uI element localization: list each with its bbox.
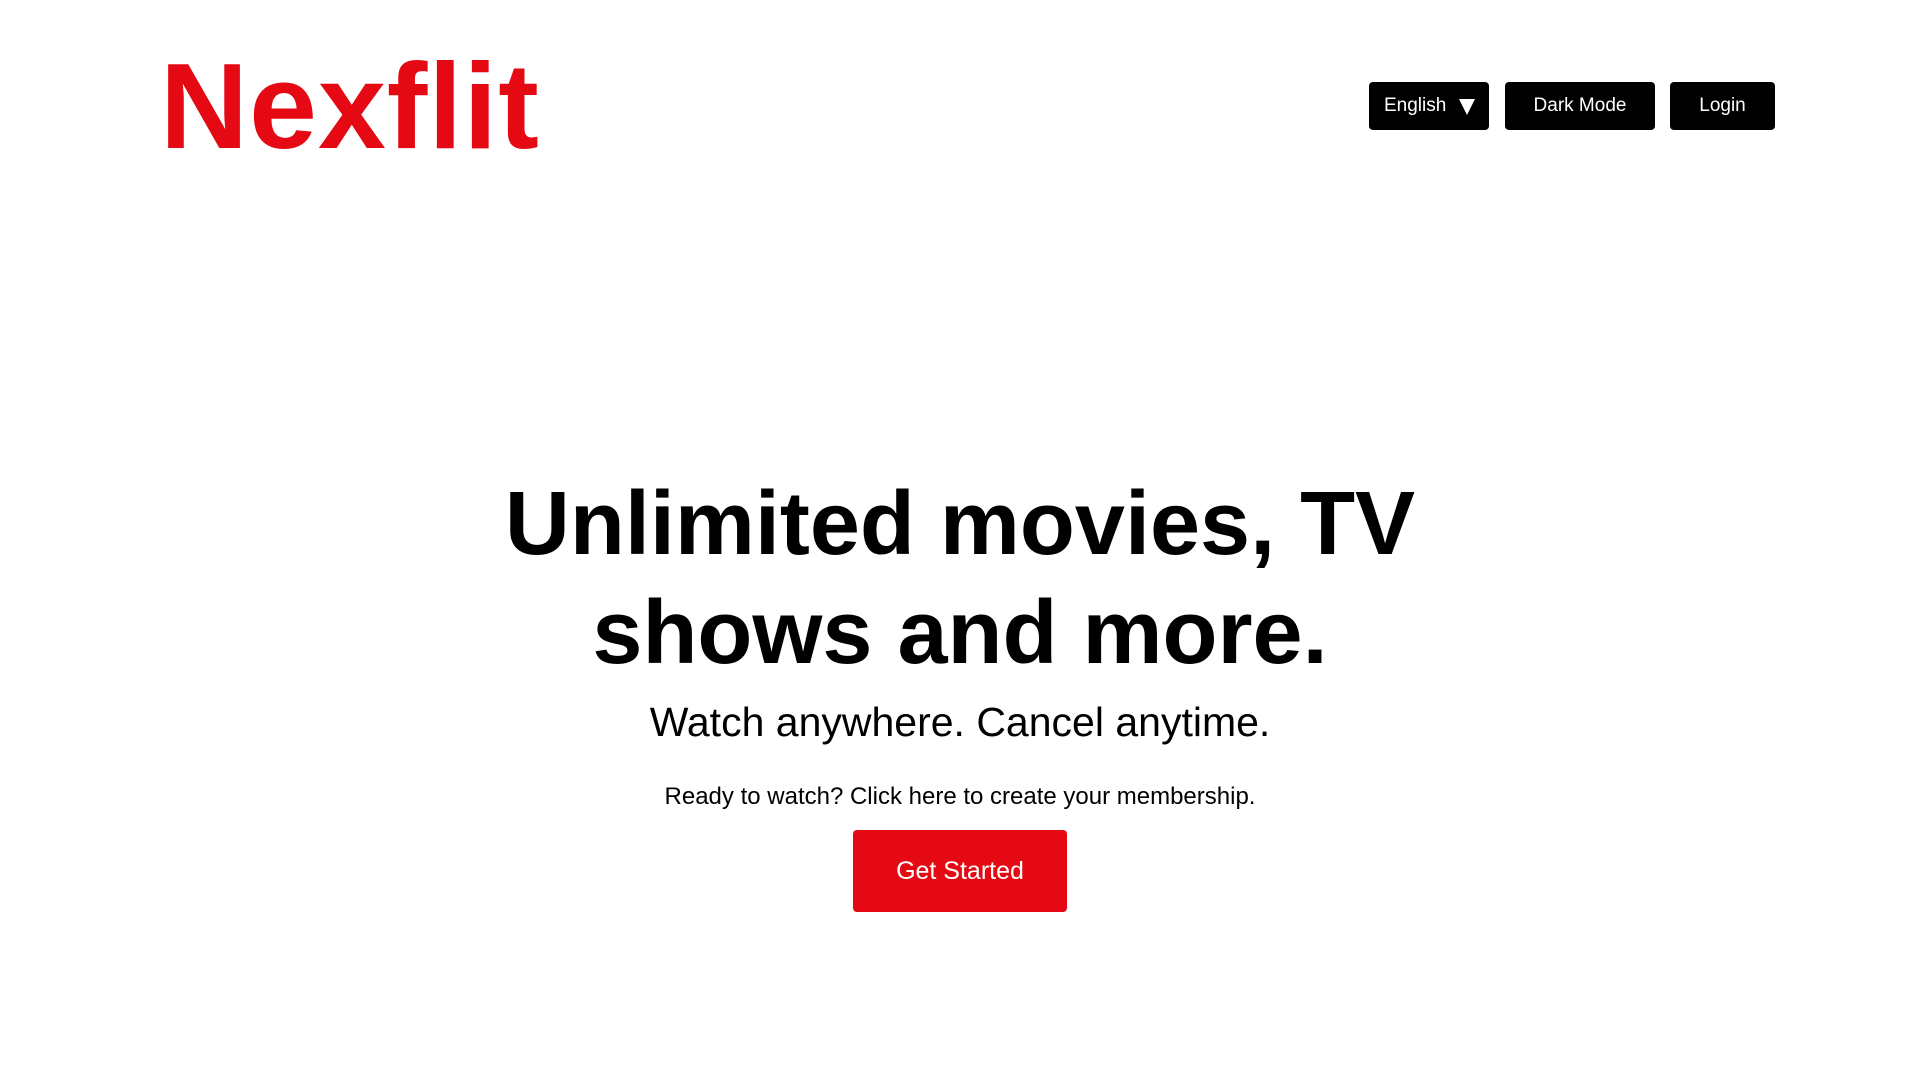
language-select-value: English [1384,95,1447,116]
header-nav: English Dark Mode Login [1369,82,1775,130]
get-started-button[interactable]: Get Started [853,830,1067,912]
landing-page: Nexflit English Dark Mode Login Unlimite… [0,0,1920,1080]
hero-subtitle: Watch anywhere. Cancel anytime. [649,699,1271,745]
caret-down-icon [1459,98,1475,115]
login-button[interactable]: Login [1670,82,1775,130]
dark-mode-button[interactable]: Dark Mode [1505,82,1655,130]
hero-title: Unlimited movies, TV shows and more. [504,474,1416,683]
hero-section: Unlimited movies, TV shows and more. Wat… [0,470,1920,912]
brand-logo[interactable]: Nexflit [160,44,540,169]
membership-prompt: Ready to watch? Click here to create you… [664,783,1256,810]
language-select[interactable]: English [1369,82,1489,130]
